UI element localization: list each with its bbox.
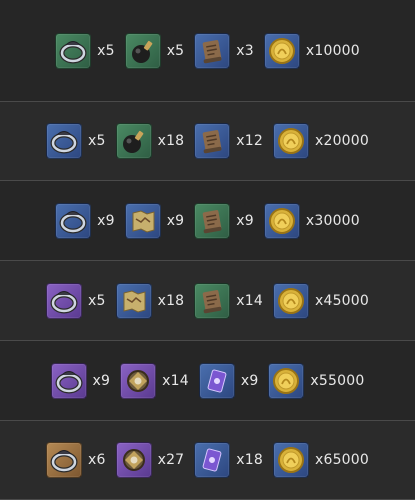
- reward-quantity: x9: [236, 212, 254, 229]
- gold-coin-icon: [272, 442, 309, 478]
- reward-item: x9: [55, 202, 115, 239]
- ring-icon: [55, 32, 92, 69]
- reward-quantity: x30000: [305, 212, 360, 229]
- scroll-icon: [194, 282, 231, 319]
- ring-icon: [55, 202, 92, 239]
- reward-item: x3: [194, 32, 254, 69]
- reward-item: x14: [120, 362, 189, 399]
- reward-item: x9: [198, 362, 259, 399]
- scroll-icon: [194, 202, 231, 239]
- reward-quantity: x5: [166, 42, 185, 59]
- reward-quantity: x20000: [314, 133, 370, 149]
- reward-item: x18: [194, 442, 263, 478]
- reward-item: x18: [115, 123, 185, 159]
- reward-item: x5: [45, 123, 106, 159]
- reward-item: x27: [115, 442, 185, 478]
- reward-quantity: x9: [166, 212, 185, 229]
- reward-quantity: x6: [87, 452, 106, 468]
- reward-quantity: x14: [236, 292, 263, 309]
- bomb-icon: [115, 123, 152, 159]
- reward-quantity: x5: [97, 42, 115, 59]
- reward-quantity: x55000: [310, 372, 365, 389]
- gem-core-icon: [120, 362, 157, 399]
- gold-coin-icon: [263, 202, 300, 239]
- reward-quantity: x9: [240, 372, 259, 389]
- ring-icon: [45, 123, 82, 159]
- reward-quantity: x18: [157, 133, 185, 149]
- reward-item: x9: [194, 202, 254, 239]
- reward-item: x55000: [268, 362, 365, 399]
- ring-icon: [50, 362, 87, 399]
- reward-item: x5: [45, 282, 106, 319]
- reward-item: x10000: [263, 32, 360, 69]
- scroll-icon: [194, 123, 231, 159]
- reward-quantity: x9: [97, 212, 115, 229]
- reward-item: x5: [124, 32, 185, 69]
- map-icon: [124, 202, 161, 239]
- gold-coin-icon: [263, 32, 300, 69]
- reward-quantity: x12: [236, 133, 263, 149]
- reward-quantity: x18: [157, 292, 185, 309]
- reward-row: x9 x9 x9 x30000: [0, 181, 415, 261]
- reward-quantity: x27: [157, 452, 185, 468]
- reward-quantity: x10000: [305, 42, 360, 59]
- reward-item: x5: [55, 32, 115, 69]
- ring-icon: [45, 442, 82, 478]
- reward-item: x65000: [272, 442, 370, 478]
- reward-table: x5 x5 x3 x10000 x5 x18 x12 x20000 x9 x9 x9 x30000 x5…: [0, 0, 415, 500]
- reward-quantity: x18: [236, 452, 263, 468]
- gem-core-icon: [115, 442, 152, 478]
- reward-quantity: x5: [87, 133, 106, 149]
- purple-scroll-icon: [194, 442, 231, 478]
- reward-item: x45000: [272, 282, 370, 319]
- reward-item: x18: [115, 282, 185, 319]
- ring-icon: [45, 282, 82, 319]
- reward-row: x5 x18 x14 x45000: [0, 261, 415, 341]
- reward-item: x9: [50, 362, 111, 399]
- map-icon: [115, 282, 152, 319]
- reward-row: x6 x27 x18 x65000: [0, 421, 415, 500]
- reward-item: x30000: [263, 202, 360, 239]
- reward-row: x5 x18 x12 x20000: [0, 102, 415, 181]
- gold-coin-icon: [272, 282, 309, 319]
- reward-quantity: x3: [236, 42, 254, 59]
- reward-item: x20000: [272, 123, 370, 159]
- reward-row: x5 x5 x3 x10000: [0, 0, 415, 102]
- reward-item: x14: [194, 282, 263, 319]
- scroll-icon: [194, 32, 231, 69]
- reward-item: x9: [124, 202, 185, 239]
- reward-item: x6: [45, 442, 106, 478]
- reward-quantity: x5: [87, 292, 106, 309]
- reward-quantity: x14: [162, 372, 189, 389]
- reward-quantity: x9: [92, 372, 111, 389]
- reward-row: x9 x14 x9 x55000: [0, 341, 415, 421]
- gold-coin-icon: [268, 362, 305, 399]
- reward-item: x12: [194, 123, 263, 159]
- gold-coin-icon: [272, 123, 309, 159]
- bomb-icon: [124, 32, 161, 69]
- purple-scroll-icon: [198, 362, 235, 399]
- reward-quantity: x65000: [314, 452, 370, 468]
- reward-quantity: x45000: [314, 292, 370, 309]
